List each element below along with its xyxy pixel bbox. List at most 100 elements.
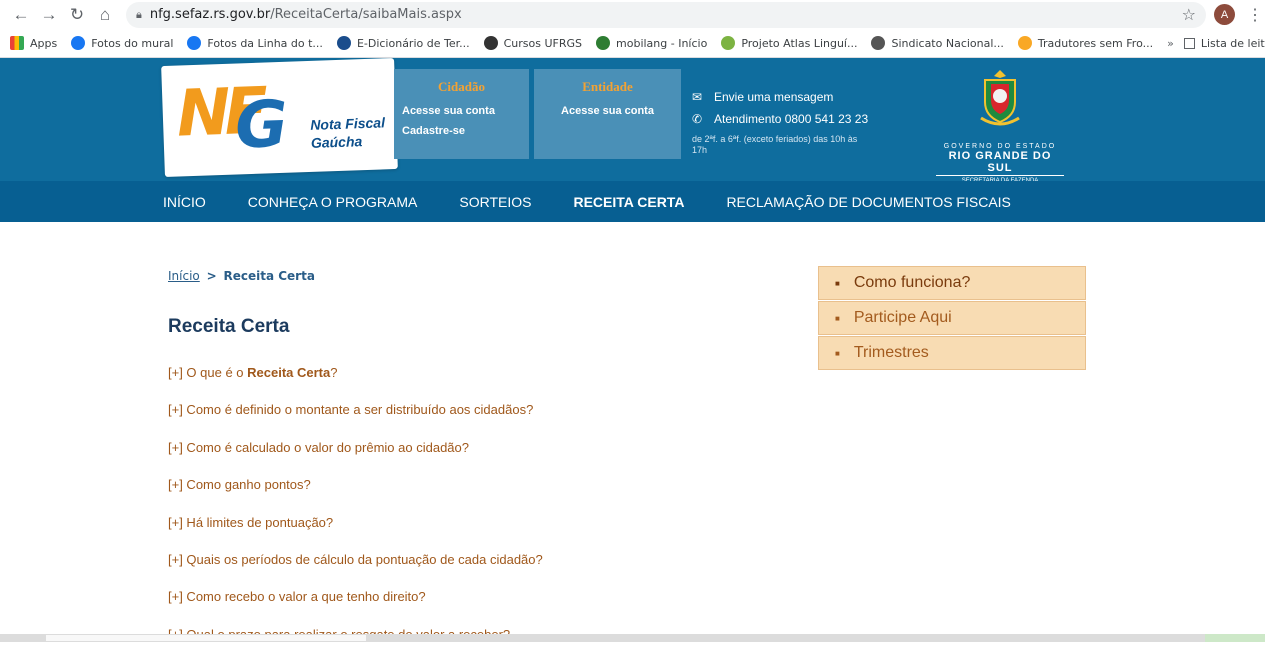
bookmark-item[interactable]: Fotos do mural (71, 36, 173, 50)
status-strip (1205, 634, 1265, 642)
coat-of-arms-icon (980, 70, 1020, 126)
bullet-icon: ■ (835, 313, 840, 323)
cidadao-login-link[interactable]: Acesse sua conta (402, 101, 521, 121)
bookmark-label: Sindicato Nacional... (891, 36, 1004, 50)
shield-icon (483, 36, 498, 50)
forward-arrow-icon[interactable]: → (36, 2, 62, 28)
gov-line1: GOVERNO DO ESTADO (943, 143, 1057, 150)
entidade-login-box: Entidade Acesse sua conta (534, 69, 681, 159)
bookmark-label: Fotos da Linha do t... (207, 36, 323, 50)
url-path: /ReceitaCerta/saibaMais.aspx (270, 7, 462, 22)
faq-item-suffix: ? (330, 365, 338, 380)
main-content: Início > Receita Certa Receita Certa [+]… (0, 222, 1265, 642)
bookmark-item[interactable]: E-Dicionário de Ter... (336, 36, 470, 50)
side-menu-item[interactable]: ■ Participe Aqui (818, 301, 1086, 335)
url-host: nfg.sefaz.rs.gov.br (149, 7, 271, 22)
phone-label: Atendimento 0800 541 23 23 (714, 112, 869, 126)
profile-avatar[interactable]: A (1214, 4, 1235, 25)
faq-item[interactable]: [+] Como é calculado o valor do prêmio a… (168, 440, 543, 477)
globe-icon (871, 36, 886, 50)
phone-row: ✆ Atendimento 0800 541 23 23 (692, 112, 868, 126)
browser-toolbar: ← → ↻ ⌂ 🔒︎ nfg.sefaz.rs.gov.br/ReceitaCe… (0, 0, 1265, 29)
facebook-icon (71, 36, 86, 50)
address-bar[interactable]: 🔒︎ nfg.sefaz.rs.gov.br/ReceitaCerta/saib… (126, 1, 1206, 28)
faq-item[interactable]: [+] Como ganho pontos? (168, 477, 543, 514)
breadcrumb-separator: > (206, 269, 217, 283)
side-menu-item[interactable]: ■ Como funciona? (818, 266, 1086, 300)
faq-item[interactable]: [+] Como recebo o valor a que tenho dire… (168, 589, 543, 626)
bookmark-label: mobilang - Início (616, 36, 708, 50)
entidade-title: Entidade (582, 79, 633, 94)
bookmark-label: Apps (30, 36, 58, 50)
reload-icon[interactable]: ↻ (64, 2, 90, 28)
site-header: NF G Nota Fiscal Gaúcha Cidadão Acesse s… (0, 57, 1265, 184)
bookmark-label: E-Dicionário de Ter... (356, 36, 470, 50)
cidadao-register-link[interactable]: Cadastre-se (402, 121, 521, 141)
lock-icon: 🔒︎ (136, 7, 142, 21)
bookmark-label: Projeto Atlas Linguí... (741, 36, 858, 50)
bookmarks-bar: Apps Fotos do mural Fotos da Linha do t...… (0, 29, 1265, 58)
home-icon[interactable]: ⌂ (92, 2, 118, 28)
bullet-icon: ■ (835, 348, 840, 358)
faq-item[interactable]: [+] Há limites de pontuação? (168, 515, 543, 552)
page-title: Receita Certa (168, 316, 290, 337)
bookmark-item[interactable]: Tradutores sem Fro... (1017, 36, 1154, 50)
bookmark-item[interactable]: Sindicato Nacional... (871, 36, 1004, 50)
bookmark-label: Fotos do mural (91, 36, 174, 50)
nav-item[interactable]: RECLAMAÇÃO DE DOCUMENTOS FISCAIS (726, 194, 1010, 210)
gov-line2: RIO GRANDE DO SUL (936, 150, 1064, 176)
side-menu-label: Participe Aqui (853, 309, 952, 326)
flag-icon (596, 36, 611, 50)
faq-item[interactable]: [+] Como é definido o montante a ser dis… (168, 402, 543, 439)
breadcrumb: Início > Receita Certa (168, 269, 315, 283)
reading-list-icon (1183, 37, 1195, 49)
entidade-login-link[interactable]: Acesse sua conta (542, 101, 673, 121)
breadcrumb-home-link[interactable]: Início (168, 269, 200, 283)
logo-text-line2: Gaúcha (310, 133, 363, 151)
message-label: Envie uma mensagem (714, 90, 834, 104)
side-menu-label: Como funciona? (853, 274, 971, 291)
nav-item[interactable]: CONHEÇA O PROGRAMA (248, 194, 418, 210)
nav-item[interactable]: SORTEIOS (459, 194, 531, 210)
hours-text: de 2ªf. a 6ªf. (exceto feriados) das 10h… (692, 134, 858, 155)
nfg-logo[interactable]: NF G Nota Fiscal Gaúcha (161, 57, 398, 178)
dictionary-icon (336, 36, 351, 50)
reading-list-button[interactable]: Lista de leitura (1183, 36, 1265, 50)
facebook-icon (187, 36, 202, 50)
back-arrow-icon[interactable]: ← (8, 2, 34, 28)
bullet-icon: ■ (835, 278, 840, 288)
faq-item-prefix: [+] O que é o (168, 365, 248, 380)
envelope-icon: ✉ (692, 90, 703, 104)
bookmarks-more-button[interactable]: » (1167, 37, 1174, 50)
bookmark-label: Tradutores sem Fro... (1037, 36, 1154, 50)
horizontal-scrollbar[interactable] (0, 634, 1265, 642)
bookmark-item[interactable]: Apps (10, 36, 57, 50)
bookmark-item[interactable]: Cursos UFRGS (483, 36, 582, 50)
main-nav: INÍCIO CONHEÇA O PROGRAMA SORTEIOS RECEITA … (0, 181, 1265, 222)
nav-item[interactable]: INÍCIO (163, 194, 206, 210)
side-menu-label: Trimestres (853, 344, 929, 361)
message-link[interactable]: ✉ Envie uma mensagem (692, 90, 868, 104)
bookmark-item[interactable]: Projeto Atlas Linguí... (721, 36, 857, 50)
contact-info: ✉ Envie uma mensagem ✆ Atendimento 0800 … (692, 90, 868, 156)
nav-item[interactable]: RECEITA CERTA (573, 194, 684, 210)
breadcrumb-current: Receita Certa (223, 269, 315, 283)
scrollbar-thumb[interactable] (46, 635, 366, 641)
bookmark-item[interactable]: mobilang - Início (596, 36, 707, 50)
bookmark-icon (1017, 36, 1032, 50)
cidadao-title: Cidadão (438, 79, 485, 94)
gov-rs-logo[interactable]: GOVERNO DO ESTADO RIO GRANDE DO SUL SECR… (936, 68, 1064, 184)
faq-item[interactable]: [+] Quais os períodos de cálculo da pont… (168, 552, 543, 589)
faq-item[interactable]: [+] O que é o Receita Certa? (168, 365, 543, 402)
logo-letter-g: G (233, 87, 290, 164)
faq-list: [+] O que é o Receita Certa? [+] Como é … (168, 365, 543, 654)
menu-dots-icon[interactable]: ⋮ (1247, 5, 1263, 25)
logo-text-line1: Nota Fiscal (309, 114, 386, 133)
star-icon[interactable]: ☆ (1182, 5, 1196, 24)
side-menu: ■ Como funciona? ■ Participe Aqui ■ Trimestre… (818, 266, 1086, 371)
bookmark-item[interactable]: Fotos da Linha do t... (187, 36, 323, 50)
side-menu-item[interactable]: ■ Trimestres (818, 336, 1086, 370)
cidadao-login-box: Cidadão Acesse sua conta Cadastre-se (394, 69, 529, 159)
reading-list-label: Lista de leitura (1200, 36, 1265, 50)
leaf-icon (721, 36, 736, 50)
